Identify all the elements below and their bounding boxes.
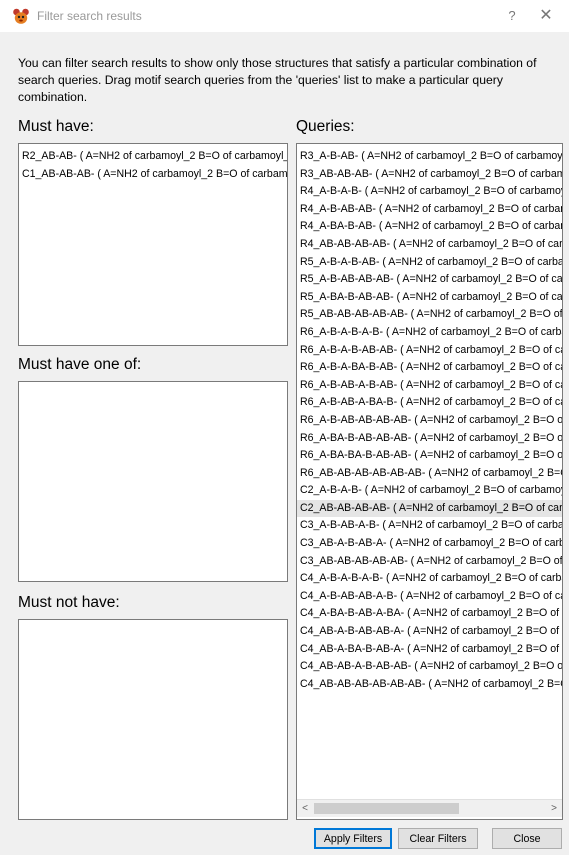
- window-title: Filter search results: [37, 9, 142, 23]
- list-item[interactable]: C2_AB-AB-AB-AB- ( A=NH2 of carbamoyl_2 B…: [297, 499, 562, 518]
- list-item[interactable]: C1_AB-AB-AB- ( A=NH2 of carbamoyl_2 B=O …: [19, 166, 287, 184]
- list-item[interactable]: C4_A-B-A-B-A-B- ( A=NH2 of carbamoyl_2 B…: [297, 570, 562, 588]
- title-bar: Filter search results ? ✕: [0, 0, 569, 32]
- app-icon: [13, 8, 29, 24]
- list-item[interactable]: R6_A-BA-BA-B-AB-AB- ( A=NH2 of carbamoyl…: [297, 447, 562, 465]
- list-item[interactable]: R4_AB-AB-AB-AB- ( A=NH2 of carbamoyl_2 B…: [297, 236, 562, 254]
- must-not-have-label: Must not have:: [18, 594, 120, 611]
- queries-label: Queries:: [296, 118, 355, 135]
- list-item[interactable]: C4_A-B-AB-AB-A-B- ( A=NH2 of carbamoyl_2…: [297, 588, 562, 606]
- must-have-one-of-label: Must have one of:: [18, 356, 142, 373]
- list-item[interactable]: C3_AB-A-B-AB-A- ( A=NH2 of carbamoyl_2 B…: [297, 535, 562, 553]
- list-item[interactable]: C2_A-B-A-B- ( A=NH2 of carbamoyl_2 B=O o…: [297, 482, 562, 500]
- list-item[interactable]: C4_AB-A-B-AB-AB-A- ( A=NH2 of carbamoyl_…: [297, 623, 562, 641]
- list-item[interactable]: C4_AB-A-BA-B-AB-A- ( A=NH2 of carbamoyl_…: [297, 641, 562, 659]
- list-item[interactable]: R6_A-B-AB-AB-AB-AB- ( A=NH2 of carbamoyl…: [297, 412, 562, 430]
- clear-filters-button[interactable]: Clear Filters: [398, 828, 478, 849]
- list-item[interactable]: C3_AB-AB-AB-AB-AB- ( A=NH2 of carbamoyl_…: [297, 553, 562, 571]
- list-item[interactable]: C4_A-BA-B-AB-A-BA- ( A=NH2 of carbamoyl_…: [297, 605, 562, 623]
- list-item[interactable]: R5_A-BA-B-AB-AB- ( A=NH2 of carbamoyl_2 …: [297, 289, 562, 307]
- list-item[interactable]: R3_AB-AB-AB- ( A=NH2 of carbamoyl_2 B=O …: [297, 166, 562, 184]
- list-item[interactable]: R5_A-B-A-B-AB- ( A=NH2 of carbamoyl_2 B=…: [297, 254, 562, 272]
- list-item[interactable]: R6_A-B-AB-A-B-AB- ( A=NH2 of carbamoyl_2…: [297, 377, 562, 395]
- list-item[interactable]: C4_AB-AB-A-B-AB-AB- ( A=NH2 of carbamoyl…: [297, 658, 562, 676]
- must-not-have-list[interactable]: [18, 619, 288, 820]
- must-have-one-of-list[interactable]: [18, 381, 288, 582]
- list-item[interactable]: R6_A-B-A-B-AB-AB- ( A=NH2 of carbamoyl_2…: [297, 342, 562, 360]
- list-item[interactable]: R6_A-B-A-B-A-B- ( A=NH2 of carbamoyl_2 B…: [297, 324, 562, 342]
- must-have-list[interactable]: R2_AB-AB- ( A=NH2 of carbamoyl_2 B=O of …: [18, 143, 288, 346]
- queries-list[interactable]: R3_A-B-AB- ( A=NH2 of carbamoyl_2 B=O of…: [296, 143, 563, 820]
- intro-text: You can filter search results to show on…: [18, 56, 537, 104]
- scroll-left-icon[interactable]: <: [297, 800, 313, 817]
- apply-filters-button[interactable]: Apply Filters: [314, 828, 392, 849]
- list-item[interactable]: C3_A-B-AB-A-B- ( A=NH2 of carbamoyl_2 B=…: [297, 517, 562, 535]
- list-item[interactable]: R5_AB-AB-AB-AB-AB- ( A=NH2 of carbamoyl_…: [297, 306, 562, 324]
- close-button[interactable]: Close: [492, 828, 562, 849]
- window-close-button[interactable]: ✕: [534, 5, 558, 27]
- list-item[interactable]: R6_A-B-AB-A-BA-B- ( A=NH2 of carbamoyl_2…: [297, 394, 562, 412]
- scrollbar-thumb[interactable]: [314, 803, 459, 814]
- list-item[interactable]: R2_AB-AB- ( A=NH2 of carbamoyl_2 B=O of …: [19, 148, 287, 166]
- list-item[interactable]: R4_A-B-AB-AB- ( A=NH2 of carbamoyl_2 B=O…: [297, 201, 562, 219]
- list-item[interactable]: R6_A-B-A-BA-B-AB- ( A=NH2 of carbamoyl_2…: [297, 359, 562, 377]
- list-item[interactable]: R3_A-B-AB- ( A=NH2 of carbamoyl_2 B=O of…: [297, 148, 562, 166]
- list-item[interactable]: R4_A-B-A-B- ( A=NH2 of carbamoyl_2 B=O o…: [297, 183, 562, 201]
- queries-horizontal-scrollbar[interactable]: < >: [297, 799, 562, 817]
- scroll-right-icon[interactable]: >: [546, 800, 562, 817]
- list-item[interactable]: R5_A-B-AB-AB-AB- ( A=NH2 of carbamoyl_2 …: [297, 271, 562, 289]
- list-item[interactable]: R6_AB-AB-AB-AB-AB-AB- ( A=NH2 of carbamo…: [297, 465, 562, 483]
- help-button[interactable]: ?: [500, 5, 524, 27]
- list-item[interactable]: R4_A-BA-B-AB- ( A=NH2 of carbamoyl_2 B=O…: [297, 218, 562, 236]
- list-item[interactable]: R6_A-BA-B-AB-AB-AB- ( A=NH2 of carbamoyl…: [297, 430, 562, 448]
- must-have-label: Must have:: [18, 118, 94, 135]
- list-item[interactable]: C4_AB-AB-AB-AB-AB-AB- ( A=NH2 of carbamo…: [297, 676, 562, 694]
